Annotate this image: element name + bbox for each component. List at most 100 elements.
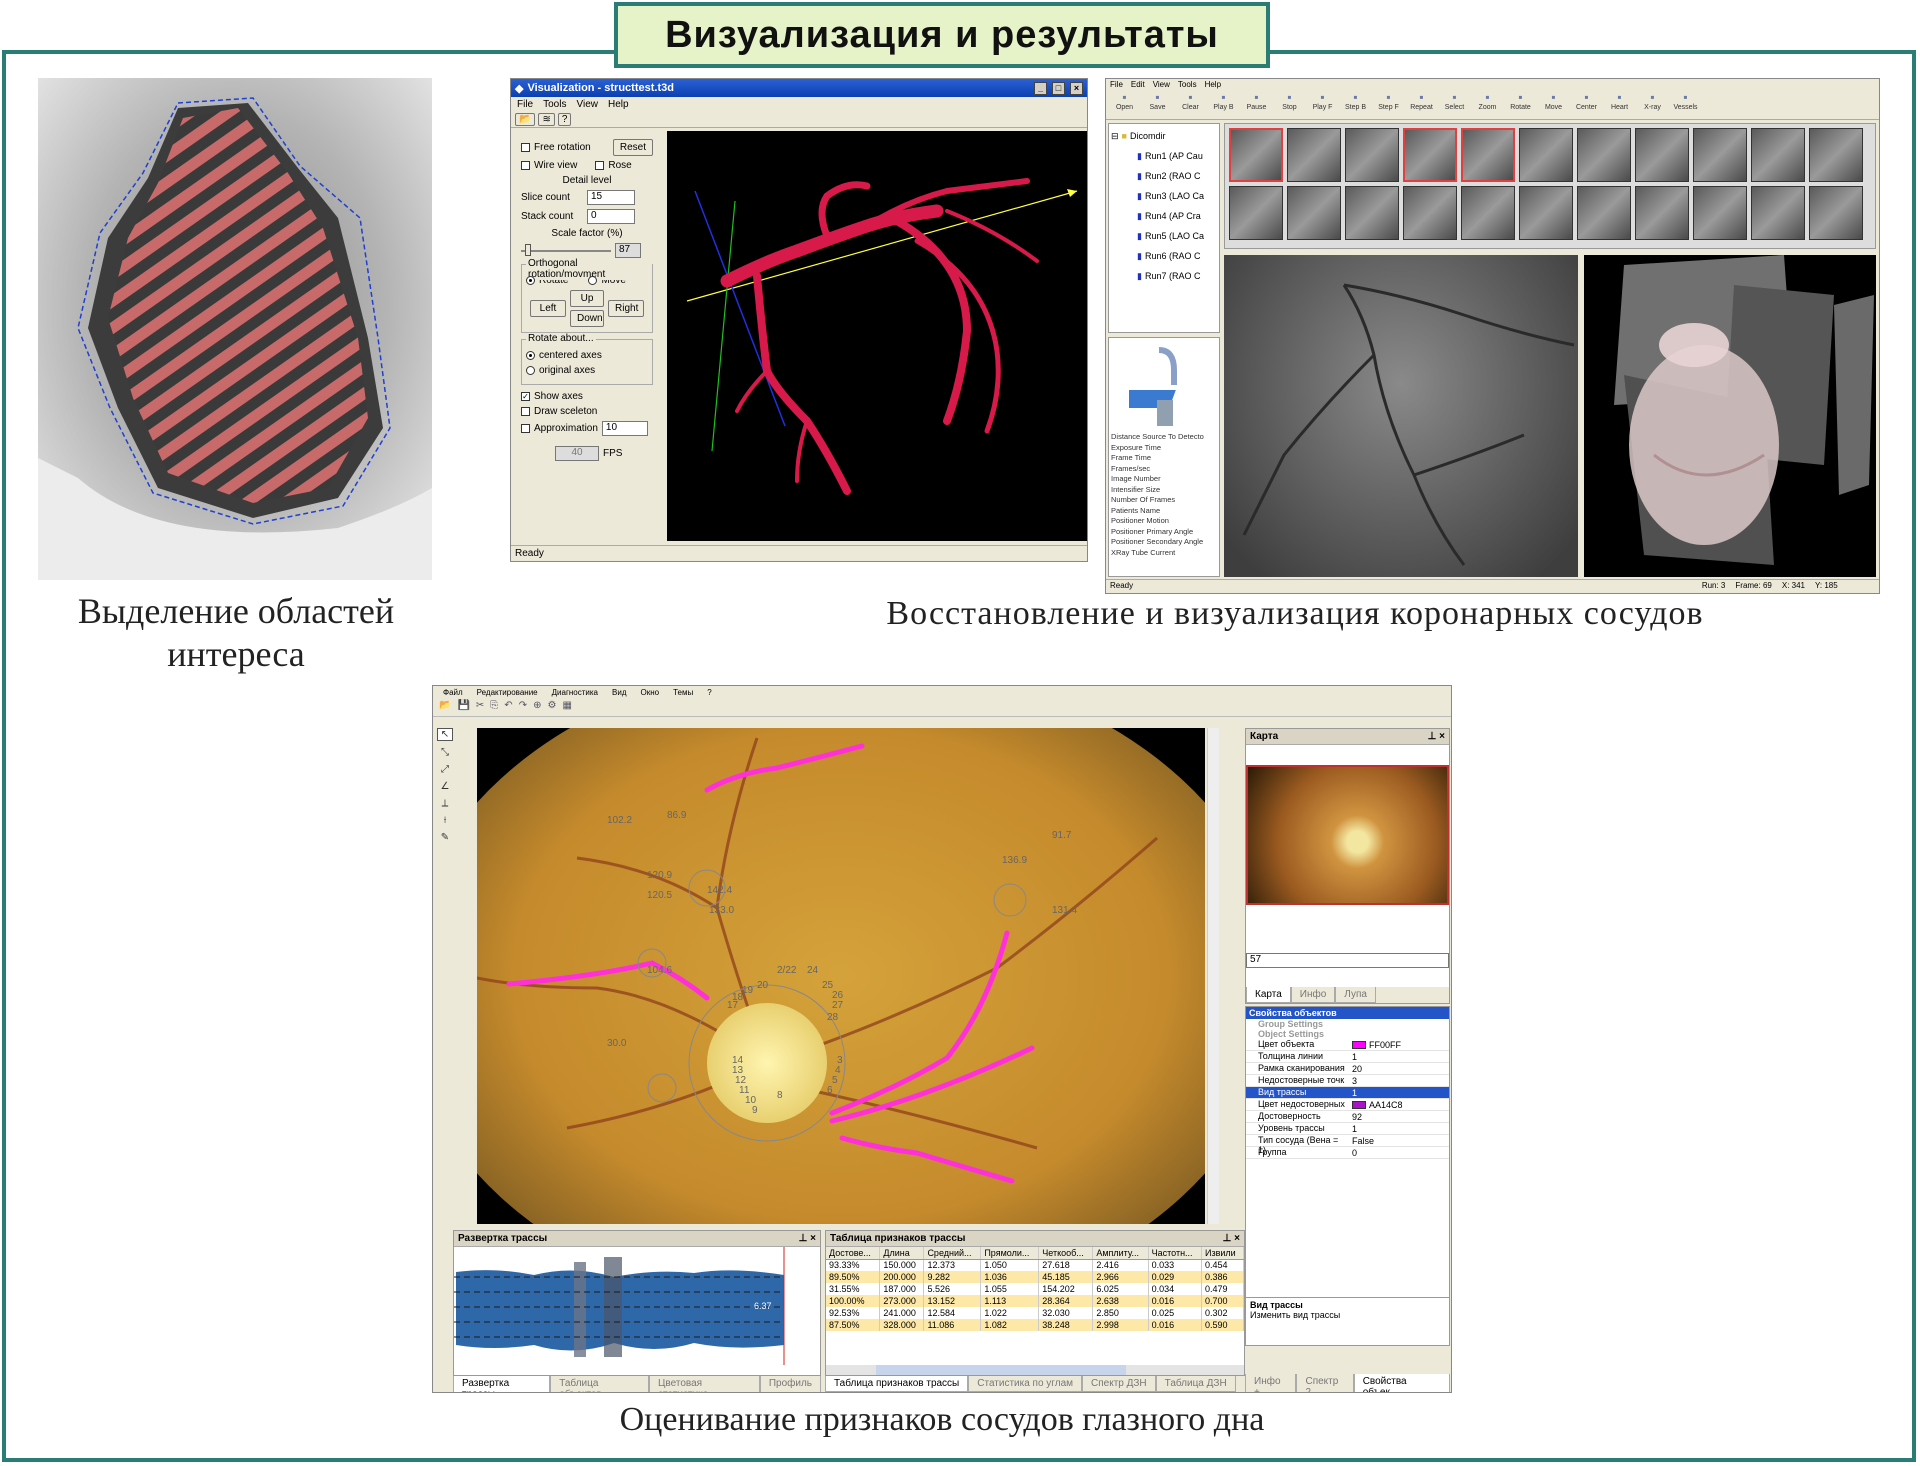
frame-thumbnail[interactable] [1751, 128, 1805, 182]
fmenu-help[interactable]: ? [707, 688, 711, 697]
free-rotation-checkbox[interactable] [521, 143, 530, 152]
table-row[interactable]: 87.50% 328.000 11.086 1.082 38.248 2.998 0.016… [826, 1319, 1244, 1331]
tab-props[interactable]: Свойства объек... [1353, 1374, 1450, 1392]
layers-icon[interactable]: ≋ [538, 113, 555, 126]
branch-tool-icon[interactable]: ⟊ [444, 815, 447, 826]
property-row[interactable]: Цвет объекта FF00FF [1246, 1039, 1449, 1051]
frame-thumbnail[interactable] [1693, 186, 1747, 240]
approximation-input[interactable]: 10 [601, 421, 648, 436]
redo-icon[interactable]: ↷ [519, 700, 527, 715]
approximation-checkbox[interactable] [521, 424, 530, 433]
fmenu-file[interactable]: Файл [443, 688, 463, 697]
tab-disc-table[interactable]: Таблица ДЗН [1155, 1376, 1236, 1392]
menu-tools[interactable]: Tools [543, 99, 566, 110]
layout-icon[interactable]: ▦ [562, 700, 571, 715]
frame-thumbnail[interactable] [1403, 128, 1457, 182]
fundus-image-view[interactable]: 102.2 86.9 120.9 120.5 142.4 133.0 104.6 136.9 9… [477, 728, 1205, 1224]
tab-angle-stats[interactable]: Статистика по углам [968, 1376, 1083, 1392]
tools-icon[interactable]: ⚙ [547, 700, 556, 715]
frame-thumbnail[interactable] [1577, 186, 1631, 240]
toolbar-play-b-button[interactable]: ▪ Play B [1207, 90, 1240, 119]
fmenu-edit[interactable]: Редактирование [477, 688, 538, 697]
centered-axes-radio[interactable] [526, 351, 535, 360]
tab-spectrum2[interactable]: Спектр 2 [1296, 1374, 1354, 1392]
save-icon[interactable]: 💾 [457, 700, 469, 715]
column-header[interactable]: Достове... [826, 1247, 881, 1260]
open-icon[interactable]: 📂 [439, 700, 451, 715]
column-header[interactable]: Извили [1201, 1247, 1244, 1260]
tab-color-stats[interactable]: Цветовая статистика [649, 1376, 760, 1392]
reset-button[interactable]: Reset [612, 139, 653, 156]
tab-trace[interactable]: Развертка трассы [453, 1376, 551, 1392]
toolbar-save-button[interactable]: ▪ Save [1141, 90, 1174, 119]
angio-menu-view[interactable]: View [1153, 80, 1170, 89]
property-row[interactable]: Цвет недостоверных AA14C8 [1246, 1099, 1449, 1111]
property-row[interactable]: Достоверность 92 [1246, 1111, 1449, 1123]
toolbar-move-button[interactable]: ▪ Move [1537, 90, 1570, 119]
table-row[interactable]: 100.00% 273.000 13.152 1.113 28.364 2.638 0.01… [826, 1295, 1244, 1307]
toolbar-vessels-button[interactable]: ▪ Vessels [1669, 90, 1702, 119]
right-button[interactable]: Right [608, 300, 644, 317]
stack-count-input[interactable]: 0 [587, 209, 635, 224]
vessel-3d-viewport[interactable] [667, 131, 1087, 541]
frame-thumbnail[interactable] [1287, 128, 1341, 182]
vertical-scrollbar[interactable] [1207, 728, 1219, 1224]
cut-icon[interactable]: ✂ [476, 700, 484, 715]
toolbar-stop-button[interactable]: ▪ Stop [1273, 90, 1306, 119]
toolbar-repeat-button[interactable]: ▪ Repeat [1405, 90, 1438, 119]
help-icon[interactable]: ? [557, 113, 572, 126]
property-row[interactable]: Вид трассы 1 [1246, 1087, 1449, 1099]
menu-help[interactable]: Help [608, 99, 629, 110]
column-header[interactable]: Длина [879, 1247, 925, 1260]
map-thumbnail[interactable] [1246, 765, 1449, 905]
undo-icon[interactable]: ↶ [504, 700, 512, 715]
pen-tool-icon[interactable]: ✎ [441, 832, 449, 843]
frame-thumbnail[interactable] [1635, 128, 1689, 182]
frame-thumbnail[interactable] [1345, 186, 1399, 240]
menu-view[interactable]: View [576, 99, 598, 110]
zoom-icon[interactable]: ⊕ [533, 700, 541, 715]
slice-count-input[interactable]: 15 [587, 190, 635, 205]
tree-run-item[interactable]: ▮ Run5 (LAO Ca [1137, 226, 1217, 246]
xray-view[interactable] [1224, 255, 1578, 577]
toolbar-select-button[interactable]: ▪ Select [1438, 90, 1471, 119]
fmenu-view[interactable]: Вид [612, 688, 626, 697]
frame-thumbnail[interactable] [1461, 186, 1515, 240]
frame-thumbnail[interactable] [1577, 128, 1631, 182]
left-button[interactable]: Left [530, 300, 566, 317]
table-row[interactable]: 31.55% 187.000 5.526 1.055 154.202 6.025 0.034… [826, 1283, 1244, 1295]
maximize-button[interactable]: □ [1052, 81, 1065, 95]
close-button[interactable]: × [1070, 81, 1083, 95]
toolbar-rotate-button[interactable]: ▪ Rotate [1504, 90, 1537, 119]
up-button[interactable]: Up [570, 290, 604, 307]
table-row[interactable]: 93.33% 150.000 12.373 1.050 27.618 2.416 0.033… [826, 1259, 1244, 1271]
show-axes-checkbox[interactable]: ✓ [521, 392, 530, 401]
toolbar-pause-button[interactable]: ▪ Pause [1240, 90, 1273, 119]
scale-slider[interactable] [521, 243, 611, 258]
toolbar-heart-button[interactable]: ▪ Heart [1603, 90, 1636, 119]
rose-checkbox[interactable] [595, 161, 605, 170]
tree-run-item[interactable]: ▮ Run2 (RAO C [1137, 166, 1217, 186]
tree-run-item[interactable]: ▮ Run6 (RAO C [1137, 246, 1217, 266]
minimize-button[interactable]: _ [1034, 81, 1047, 95]
fmenu-themes[interactable]: Темы [673, 688, 693, 697]
open-icon[interactable]: 📂 [515, 113, 536, 126]
frame-thumbnail[interactable] [1229, 128, 1283, 182]
pin-close-icon[interactable]: ⊥ × [1428, 731, 1445, 742]
angio-menu-tools[interactable]: Tools [1178, 80, 1197, 89]
toolbar-open-button[interactable]: ▪ Open [1108, 90, 1141, 119]
trace-tool-icon[interactable]: ⤡ [441, 747, 449, 758]
frame-thumbnail[interactable] [1461, 128, 1515, 182]
toolbar-clear-button[interactable]: ▪ Clear [1174, 90, 1207, 119]
property-row[interactable]: Недостоверные точк 3 [1246, 1075, 1449, 1087]
horizontal-scrollbar[interactable] [826, 1365, 1244, 1375]
tree-run-item[interactable]: ▮ Run7 (RAO C [1137, 266, 1217, 286]
heart-3d-view[interactable] [1584, 255, 1876, 577]
tree-collapse-icon[interactable]: ⊟ [1111, 131, 1119, 142]
frame-thumbnail[interactable] [1403, 186, 1457, 240]
fmenu-diag[interactable]: Диагностика [552, 688, 598, 697]
tab-profile[interactable]: Профиль [759, 1376, 821, 1392]
trace-pin-close-icon[interactable]: ⊥ × [799, 1233, 816, 1244]
tree-run-item[interactable]: ▮ Run4 (AP Cra [1137, 206, 1217, 226]
toolbar-x-ray-button[interactable]: ▪ X-ray [1636, 90, 1669, 119]
